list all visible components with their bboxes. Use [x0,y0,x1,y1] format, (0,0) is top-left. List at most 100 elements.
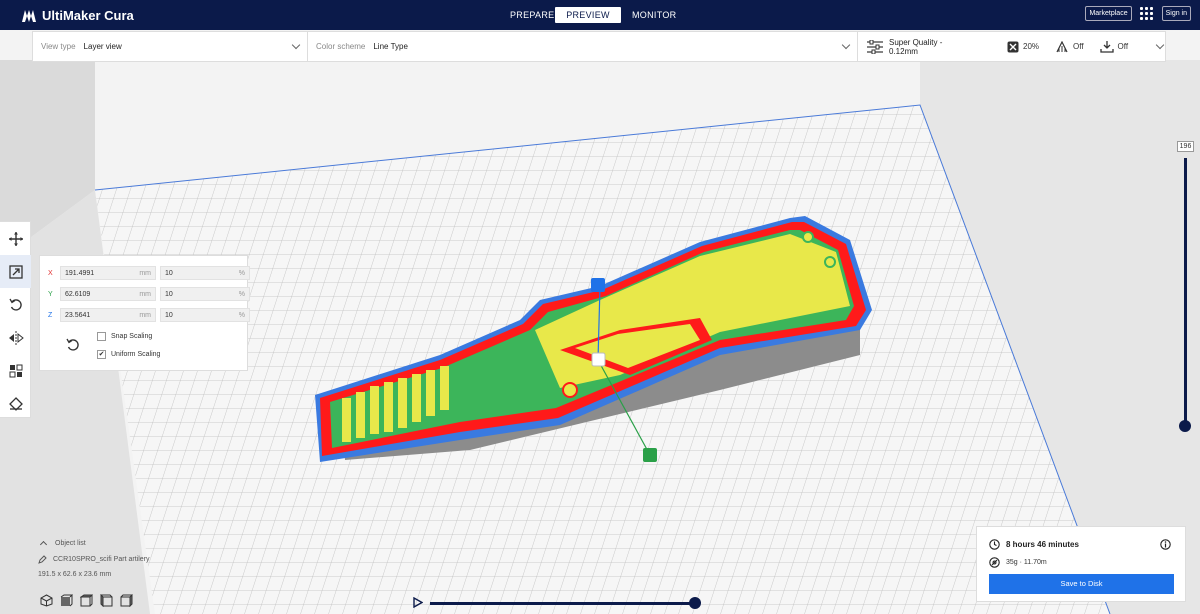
expand-settings[interactable] [1152,40,1165,54]
chevron-down-icon [1155,40,1165,49]
move-tool[interactable] [0,222,31,255]
print-time-row: 8 hours 46 minutes [989,539,1079,550]
model-hole-2 [802,231,814,243]
adhesion-value: Off [1117,42,1129,51]
spool-icon [989,557,1000,568]
mirror-icon [8,330,24,345]
scale-panel: X 191.4991 mm 10% Y 62.6109 mm 10% Z 23.56… [39,255,250,371]
layer-slider-handle[interactable] [1179,420,1191,432]
y-pct-value: 10 [165,290,173,298]
front-view-icon[interactable] [60,594,73,607]
unit-pct: % [238,311,245,319]
print-time: 8 hours 46 minutes [1006,540,1079,549]
tab-monitor[interactable]: MONITOR [621,7,685,23]
uniform-scaling-option[interactable]: ✔ Uniform Scaling [97,350,160,359]
scale-row-z: Z 23.5641 mm 10% [48,308,250,322]
object-list-toggle[interactable]: Object list [38,540,149,549]
reset-scale-icon[interactable] [66,338,80,352]
y-mm-field[interactable]: 62.6109 mm [60,287,156,301]
chevron-down-icon [841,40,851,50]
y-pct-field[interactable]: 10% [160,287,250,301]
object-list-title: Object list [55,540,86,547]
layer-path-slider-track[interactable] [430,602,694,605]
play-icon[interactable] [413,597,423,608]
color-scheme-label: Color scheme [316,42,366,51]
layer-slider-track[interactable] [1184,158,1187,426]
gizmo-y-handle[interactable] [643,448,657,462]
scale-tool[interactable] [0,255,31,288]
move-icon [8,231,23,246]
save-to-disk-button[interactable]: Save to Disk [989,574,1174,594]
layer-path-slider-handle[interactable] [689,597,701,609]
adhesion-icon [1099,40,1114,53]
right-view-icon[interactable] [120,594,133,607]
scale-row-x: X 191.4991 mm 10% [48,266,250,280]
unit-pct: % [238,290,245,298]
support-value: Off [1073,42,1084,51]
title-bar: UltiMaker Cura PREPARE PREVIEW MONITOR M… [0,0,1200,30]
snap-scaling-label: Snap Scaling [111,333,153,340]
tab-prepare[interactable]: PREPARE [499,7,555,23]
unit-pct: % [238,269,245,277]
uniform-scaling-checkbox[interactable]: ✔ [97,350,106,359]
mirror-tool[interactable] [0,321,31,354]
ultimaker-logo-icon [22,9,36,22]
color-scheme-dropdown[interactable]: Color scheme Line Type [308,32,858,61]
gizmo-center-handle[interactable] [591,352,606,367]
app-name: UltiMaker Cura [42,8,134,23]
x-mm-value: 191.4991 [65,269,95,277]
infill-value: 20% [1023,42,1040,51]
object-name: CCR10SPRO_scifi Part artilery [53,556,150,563]
unit-mm: mm [139,269,151,277]
z-mm-field[interactable]: 23.5641 mm [60,308,156,322]
x-mm-field[interactable]: 191.4991 mm [60,266,156,280]
x-pct-field[interactable]: 10% [160,266,250,280]
stage-tabs: PREPARE PREVIEW MONITOR [499,7,685,23]
marketplace-button[interactable]: Marketplace [1085,6,1132,21]
infill-icon [1007,41,1019,52]
settings-bar: View type Layer view Color scheme Line T… [32,31,1166,62]
z-pct-value: 10 [165,311,173,319]
view-type-dropdown[interactable]: View type Layer view [33,32,308,61]
view-type-value: Layer view [83,42,122,51]
per-model-settings-icon [9,364,22,377]
object-dimensions: 191.5 x 62.6 x 23.6 mm [38,571,112,578]
y-mm-value: 62.6109 [65,290,91,298]
unit-mm: mm [139,311,151,319]
top-view-icon[interactable] [80,594,93,607]
sliders-icon [867,39,883,54]
model-hole [562,382,578,398]
clock-icon [989,539,1000,550]
rotate-icon [8,298,22,311]
per-model-settings-tool[interactable] [0,354,31,387]
z-pct-field[interactable]: 10% [160,308,250,322]
uniform-scaling-label: Uniform Scaling [111,351,161,358]
apps-grid-icon[interactable] [1139,6,1154,21]
print-information-panel: 8 hours 46 minutes 35g · 11.70m Save to … [976,526,1186,602]
infill-setting: 20% [1007,41,1039,53]
3d-view-icon[interactable] [40,594,53,607]
color-scheme-value: Line Type [373,42,408,51]
info-icon[interactable] [1160,539,1171,550]
gizmo-z-handle[interactable] [591,278,605,292]
layer-number-badge[interactable]: 196 [1177,141,1194,152]
model-hole-3 [824,256,836,268]
object-list-panel: Object list CCR10SPRO_scifi Part artiler… [38,540,149,578]
rotate-tool[interactable] [0,288,31,321]
material-row: 35g · 11.70m [989,557,1047,568]
left-view-icon[interactable] [100,594,113,607]
sign-in-button[interactable]: Sign in [1161,6,1191,21]
pencil-icon [38,555,47,564]
snap-scaling-checkbox[interactable] [97,332,106,341]
app-logo: UltiMaker Cura [22,8,134,23]
material-usage: 35g · 11.70m [1006,559,1047,566]
print-settings-selector[interactable]: Super Quality - 0.12mm 20% Off Off [858,32,1165,61]
scale-row-y: Y 62.6109 mm 10% [48,287,250,301]
scale-icon [8,264,23,279]
quality-profile: Super Quality - 0.12mm [889,37,943,56]
tab-preview[interactable]: PREVIEW [555,7,621,23]
object-name-row[interactable]: CCR10SPRO_scifi Part artilery [38,555,149,564]
x-pct-value: 10 [165,269,173,277]
snap-scaling-option[interactable]: Snap Scaling [97,332,152,341]
support-blocker-tool[interactable] [0,387,31,420]
